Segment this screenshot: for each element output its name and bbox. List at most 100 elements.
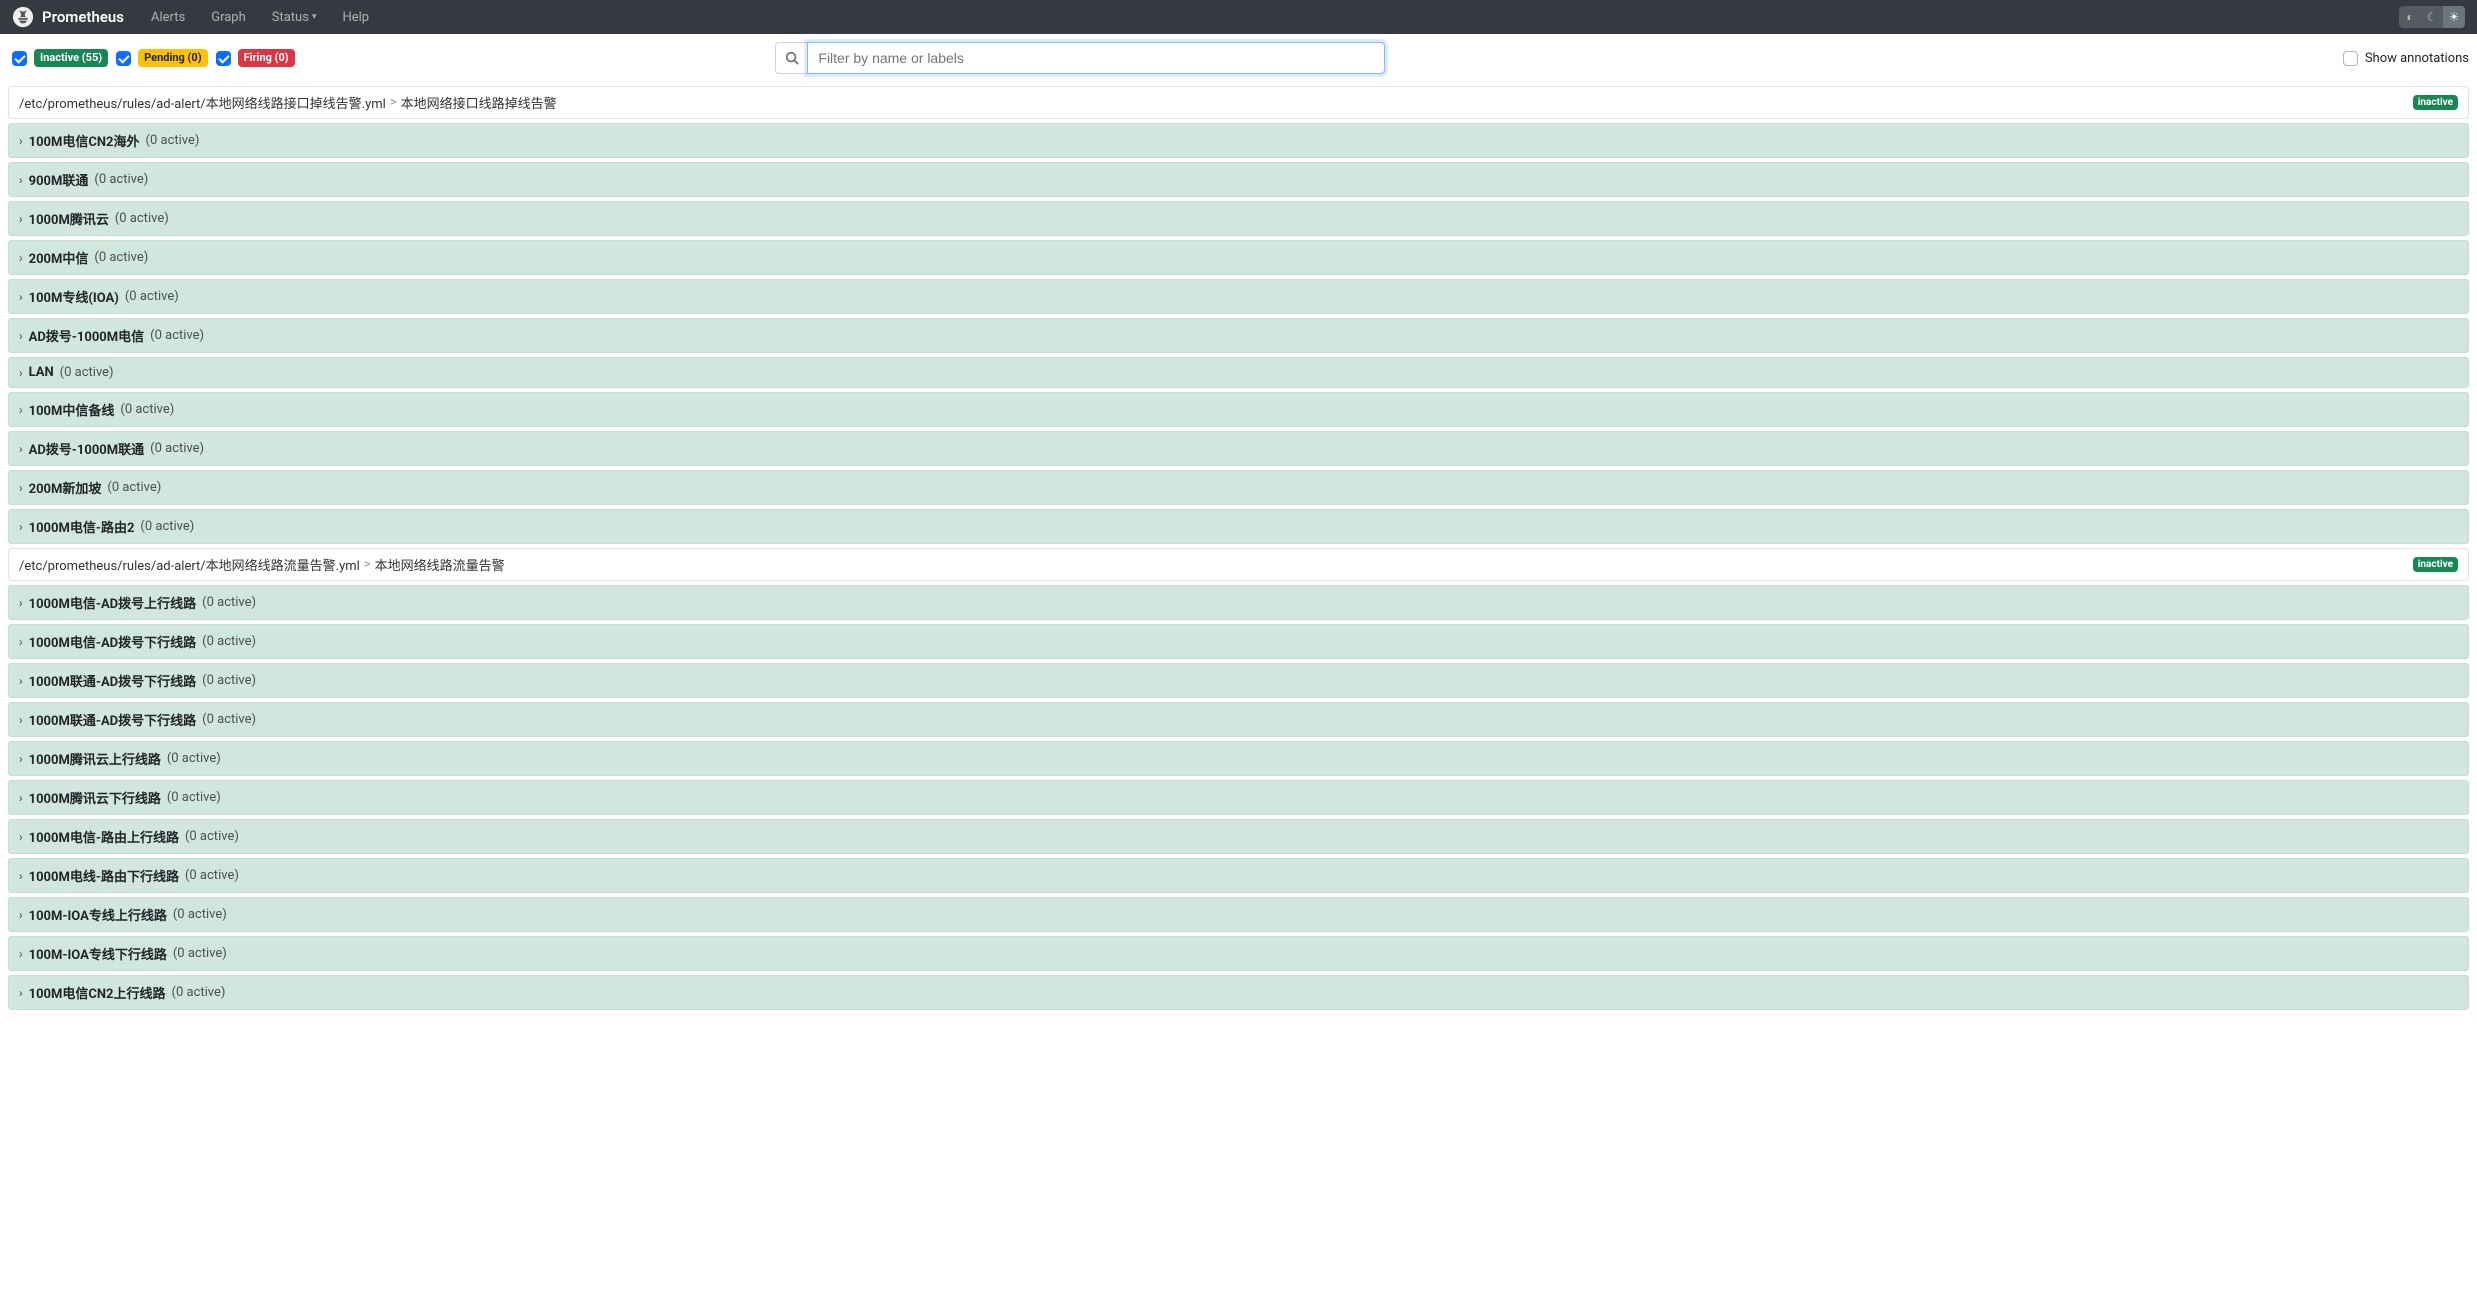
- rule-row[interactable]: › 1000M腾讯云 (0 active): [8, 201, 2469, 236]
- nav-alerts[interactable]: Alerts: [142, 10, 194, 25]
- active-count: (0 active): [94, 172, 148, 187]
- rule-row[interactable]: ›1000M联通-AD拨号下行线路(0 active): [8, 702, 2469, 737]
- firing-checkbox[interactable]: [216, 51, 231, 66]
- theme-light-icon[interactable]: ☀: [2443, 6, 2465, 28]
- rule-row[interactable]: ›100M电信CN2上行线路(0 active): [8, 975, 2469, 1010]
- show-annotations-checkbox[interactable]: [2343, 51, 2358, 66]
- chevron-right-icon: ›: [19, 713, 23, 727]
- filter-checks: Inactive (55) Pending (0) Firing (0): [8, 48, 295, 69]
- controls-row: Inactive (55) Pending (0) Firing (0) Sho…: [0, 34, 2477, 82]
- chevron-right-icon: ›: [19, 173, 23, 187]
- chevron-right-icon: ›: [19, 251, 23, 265]
- search-input[interactable]: [807, 42, 1385, 74]
- rule-group-path: /etc/prometheus/rules/ad-alert/本地网络线路流量告…: [19, 555, 360, 574]
- rule-name: 1000M电信-路由上行线路: [29, 827, 179, 846]
- active-count: (0 active): [202, 634, 256, 649]
- active-count: (0 active): [202, 673, 256, 688]
- pending-checkbox[interactable]: [116, 51, 131, 66]
- active-count: (0 active): [60, 365, 114, 380]
- chevron-right-icon: ›: [19, 674, 23, 688]
- rule-name: 900M联通: [29, 170, 89, 189]
- active-count: (0 active): [202, 595, 256, 610]
- prometheus-logo-icon: [12, 6, 34, 28]
- rule-name: AD拨号-1000M联通: [29, 439, 145, 458]
- nav-graph[interactable]: Graph: [202, 10, 255, 25]
- firing-badge[interactable]: Firing (0): [238, 49, 295, 67]
- theme-dark-icon[interactable]: ☾: [2421, 6, 2443, 28]
- rule-row[interactable]: › 1000M联通-AD拨号下行线路 (0 active): [8, 663, 2469, 698]
- pending-badge[interactable]: Pending (0): [138, 49, 207, 67]
- rule-row[interactable]: ›100M-IOA专线上行线路(0 active): [8, 897, 2469, 932]
- chevron-right-icon: ›: [19, 442, 23, 456]
- rule-row[interactable]: ›1000M电信-路由2(0 active): [8, 509, 2469, 544]
- rules-block: › 1000M电信-AD拨号上行线路 (0 active) › 1000M电信-AD拨…: [8, 585, 2469, 1010]
- chevron-right-icon: ›: [19, 596, 23, 610]
- active-count: (0 active): [140, 519, 194, 534]
- rule-row[interactable]: › 1000M电信-AD拨号上行线路 (0 active): [8, 585, 2469, 620]
- rule-row[interactable]: ›1000M腾讯云下行线路(0 active): [8, 780, 2469, 815]
- chevron-right-icon: ›: [19, 134, 23, 148]
- chevron-right-icon: ›: [19, 520, 23, 534]
- rule-row[interactable]: › 900M联通 (0 active): [8, 162, 2469, 197]
- navbar: Prometheus Alerts Graph Status ▾ Help ◐ …: [0, 0, 2477, 34]
- rule-row[interactable]: › 200M中信 (0 active): [8, 240, 2469, 275]
- rule-row[interactable]: › LAN (0 active): [8, 357, 2469, 388]
- breadcrumb-separator: >: [390, 95, 397, 110]
- rule-row[interactable]: ›1000M腾讯云上行线路(0 active): [8, 741, 2469, 776]
- inactive-badge[interactable]: Inactive (55): [34, 49, 108, 67]
- navbar-left: Prometheus Alerts Graph Status ▾ Help: [12, 6, 378, 28]
- rule-name: LAN: [29, 365, 54, 380]
- nav-status-label: Status: [272, 10, 309, 25]
- active-count: (0 active): [125, 289, 179, 304]
- status-badge: inactive: [2413, 95, 2458, 110]
- rule-group-header[interactable]: /etc/prometheus/rules/ad-alert/本地网络线路流量告…: [8, 548, 2469, 581]
- rule-row[interactable]: ›AD拨号-1000M电信(0 active): [8, 318, 2469, 353]
- rule-row[interactable]: ›100M-IOA专线下行线路(0 active): [8, 936, 2469, 971]
- rule-name: 200M中信: [29, 248, 89, 267]
- chevron-right-icon: ›: [19, 403, 23, 417]
- search-icon[interactable]: [775, 42, 807, 74]
- navbar-right: ◐ ☾ ☀: [2399, 6, 2465, 28]
- rule-name: 1000M电信-AD拨号下行线路: [29, 632, 197, 651]
- rule-name: 1000M腾讯云: [29, 209, 109, 228]
- rule-group-path: /etc/prometheus/rules/ad-alert/本地网络线路接口掉…: [19, 93, 386, 112]
- theme-auto-icon[interactable]: ◐: [2399, 6, 2421, 28]
- rule-name: 100M-IOA专线下行线路: [29, 944, 167, 963]
- active-count: (0 active): [185, 868, 239, 883]
- active-count: (0 active): [107, 480, 161, 495]
- nav-help[interactable]: Help: [333, 10, 378, 25]
- rule-row[interactable]: ›100M中信备线(0 active): [8, 392, 2469, 427]
- rule-name: 100M专线(IOA): [29, 287, 119, 306]
- active-count: (0 active): [185, 829, 239, 844]
- rule-name: 1000M电线-路由下行线路: [29, 866, 179, 885]
- rule-row[interactable]: ›AD拨号-1000M联通(0 active): [8, 431, 2469, 466]
- active-count: (0 active): [115, 211, 169, 226]
- rule-name: 1000M腾讯云下行线路: [29, 788, 161, 807]
- chevron-right-icon: ›: [19, 366, 23, 380]
- brand-text[interactable]: Prometheus: [42, 8, 124, 26]
- active-count: (0 active): [173, 907, 227, 922]
- rule-row[interactable]: ›1000M电线-路由下行线路(0 active): [8, 858, 2469, 893]
- inactive-checkbox[interactable]: [12, 51, 27, 66]
- nav-status[interactable]: Status ▾: [263, 10, 326, 25]
- rule-group-name: 本地网络线路流量告警: [375, 555, 505, 574]
- rule-name: 1000M联通-AD拨号下行线路: [29, 710, 197, 729]
- chevron-right-icon: ›: [19, 791, 23, 805]
- rule-name: AD拨号-1000M电信: [29, 326, 145, 345]
- rule-group-header[interactable]: /etc/prometheus/rules/ad-alert/本地网络线路接口掉…: [8, 86, 2469, 119]
- rule-row[interactable]: ›100M电信CN2海外(0 active): [8, 123, 2469, 158]
- chevron-right-icon: ›: [19, 830, 23, 844]
- show-annotations-label: Show annotations: [2365, 51, 2469, 66]
- rule-row[interactable]: › 1000M电信-路由上行线路 (0 active): [8, 819, 2469, 854]
- rule-row[interactable]: ›100M专线(IOA)(0 active): [8, 279, 2469, 314]
- active-count: (0 active): [94, 250, 148, 265]
- rule-name: 1000M联通-AD拨号下行线路: [29, 671, 197, 690]
- theme-toggle: ◐ ☾ ☀: [2399, 6, 2465, 28]
- show-annotations-toggle[interactable]: Show annotations: [2339, 48, 2469, 69]
- rule-row[interactable]: ›200M新加坡(0 active): [8, 470, 2469, 505]
- chevron-right-icon: ›: [19, 212, 23, 226]
- rule-name: 1000M电信-AD拨号上行线路: [29, 593, 197, 612]
- rule-row[interactable]: ›1000M电信-AD拨号下行线路(0 active): [8, 624, 2469, 659]
- rule-name: 100M电信CN2海外: [29, 131, 140, 150]
- chevron-right-icon: ›: [19, 986, 23, 1000]
